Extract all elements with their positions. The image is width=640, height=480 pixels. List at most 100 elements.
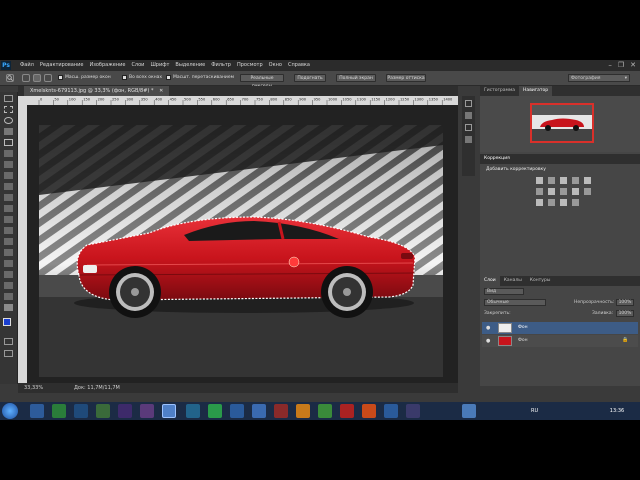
taskbar-clock[interactable]: 13:36: [600, 403, 634, 419]
layer-row[interactable]: ● Фон: [482, 322, 638, 334]
zoom-tool-box-icon[interactable]: [4, 304, 13, 311]
photo-filter-icon[interactable]: [572, 188, 579, 195]
fill-screen-button[interactable]: Полный экран: [336, 74, 376, 82]
brightness-icon[interactable]: [536, 177, 543, 184]
type-tool-icon[interactable]: [4, 260, 13, 267]
minimize-button[interactable]: –: [608, 61, 612, 70]
taskbar-app-icon[interactable]: [406, 404, 420, 418]
properties-panel-icon[interactable]: [465, 124, 472, 131]
start-button-icon[interactable]: [2, 403, 18, 419]
layer-row[interactable]: ● Фон 🔒: [482, 335, 638, 347]
blend-mode-select[interactable]: Обычные: [484, 299, 546, 306]
bw-icon[interactable]: [560, 188, 567, 195]
taskbar-app-icon[interactable]: [384, 404, 398, 418]
hand-tool-icon[interactable]: [4, 293, 13, 300]
taskbar-photoshop-icon[interactable]: [162, 404, 176, 418]
curves-icon[interactable]: [560, 177, 567, 184]
menu-type[interactable]: Шрифт: [150, 60, 169, 71]
taskbar-app-icon[interactable]: [296, 404, 310, 418]
channel-mixer-icon[interactable]: [584, 188, 591, 195]
print-size-button[interactable]: Размер оттиска: [386, 74, 426, 82]
info-panel-icon[interactable]: [465, 136, 472, 143]
menu-layer[interactable]: Слои: [131, 60, 144, 71]
close-tab-icon[interactable]: ✕: [159, 88, 163, 94]
quick-mask-icon[interactable]: [4, 338, 13, 345]
move-tool-icon[interactable]: [4, 95, 13, 102]
blur-tool-icon[interactable]: [4, 227, 13, 234]
layer-name[interactable]: Фон: [518, 325, 528, 330]
healing-tool-icon[interactable]: [4, 161, 13, 168]
tab-histogram[interactable]: Гистограмма: [480, 86, 519, 96]
tab-channels[interactable]: Каналы: [500, 276, 526, 286]
gradient-tool-icon[interactable]: [4, 216, 13, 223]
menu-edit[interactable]: Редактирование: [40, 60, 84, 71]
layer-name[interactable]: Фон: [518, 338, 528, 343]
zoom-in-icon[interactable]: [22, 74, 30, 82]
quick-select-tool-icon[interactable]: [4, 128, 13, 135]
taskbar-app-icon[interactable]: [230, 404, 244, 418]
zoom-in-icon-active[interactable]: [33, 74, 41, 82]
eraser-tool-icon[interactable]: [4, 205, 13, 212]
screen-mode-icon[interactable]: [4, 350, 13, 357]
taskbar-app-icon[interactable]: [318, 404, 332, 418]
dodge-tool-icon[interactable]: [4, 238, 13, 245]
posterize-icon[interactable]: [548, 199, 555, 206]
taskbar-app-icon[interactable]: [252, 404, 266, 418]
close-button[interactable]: ✕: [630, 61, 636, 70]
resize-windows-checkbox[interactable]: Масш. размер окон: [58, 75, 111, 80]
menu-filter[interactable]: Фильтр: [211, 60, 231, 71]
hue-sat-icon[interactable]: [536, 188, 543, 195]
actual-pixels-button[interactable]: Реальные пикселы: [240, 74, 284, 89]
crop-tool-icon[interactable]: [4, 139, 13, 146]
taskbar-explorer-icon[interactable]: [30, 404, 44, 418]
opacity-input[interactable]: 100%: [616, 299, 634, 306]
fill-input[interactable]: 100%: [616, 310, 634, 317]
path-select-tool-icon[interactable]: [4, 271, 13, 278]
document-tab[interactable]: Xmelsknts-679113.jpg @ 33,3% (фон, RGB/8…: [24, 86, 170, 96]
tab-navigator[interactable]: Навигатор: [519, 86, 553, 96]
menu-image[interactable]: Изображение: [89, 60, 125, 71]
menu-select[interactable]: Выделение: [175, 60, 205, 71]
brush-tool-icon[interactable]: [4, 172, 13, 179]
taskbar-app-icon[interactable]: [118, 404, 132, 418]
levels-icon[interactable]: [548, 177, 555, 184]
taskbar-app-icon[interactable]: [74, 404, 88, 418]
scrubby-zoom-checkbox[interactable]: Масшт. перетаскиванием: [166, 75, 234, 80]
taskbar-app-icon[interactable]: [96, 404, 110, 418]
threshold-icon[interactable]: [560, 199, 567, 206]
tab-layers[interactable]: Слои: [480, 276, 500, 286]
canvas-area[interactable]: [27, 105, 458, 383]
zoom-level[interactable]: 33,33%: [24, 383, 43, 393]
lasso-tool-icon[interactable]: [4, 117, 13, 124]
stamp-tool-icon[interactable]: [4, 183, 13, 190]
history-panel-icon[interactable]: [465, 100, 472, 107]
taskbar-app-icon[interactable]: [274, 404, 288, 418]
car-photo[interactable]: [39, 125, 443, 377]
zoom-tool-icon[interactable]: [6, 74, 14, 82]
history-brush-icon[interactable]: [4, 194, 13, 201]
fit-screen-button[interactable]: Подогнать: [294, 74, 326, 82]
color-balance-icon[interactable]: [548, 188, 555, 195]
zoom-out-icon[interactable]: [44, 74, 52, 82]
language-indicator[interactable]: RU: [531, 403, 538, 419]
vibrance-icon[interactable]: [584, 177, 591, 184]
tab-paths[interactable]: Контуры: [526, 276, 555, 286]
eyedropper-tool-icon[interactable]: [4, 150, 13, 157]
taskbar-app-icon[interactable]: [52, 404, 66, 418]
visibility-eye-icon[interactable]: ●: [486, 325, 490, 331]
actions-panel-icon[interactable]: [465, 112, 472, 119]
taskbar-app-icon[interactable]: [340, 404, 354, 418]
menu-window[interactable]: Окно: [269, 60, 282, 71]
exposure-icon[interactable]: [572, 177, 579, 184]
marquee-tool-icon[interactable]: [4, 106, 13, 113]
layer-kind-filter[interactable]: Вид: [484, 288, 524, 295]
menu-file[interactable]: Файл: [20, 60, 34, 71]
shape-tool-icon[interactable]: [4, 282, 13, 289]
invert-icon[interactable]: [536, 199, 543, 206]
visibility-eye-icon[interactable]: ●: [486, 338, 490, 344]
navigator-thumbnail[interactable]: [530, 103, 594, 143]
all-windows-checkbox[interactable]: Во всех окнах: [122, 75, 162, 80]
taskbar-app-icon[interactable]: [362, 404, 376, 418]
restore-button[interactable]: ❐: [618, 61, 624, 70]
gradient-map-icon[interactable]: [572, 199, 579, 206]
